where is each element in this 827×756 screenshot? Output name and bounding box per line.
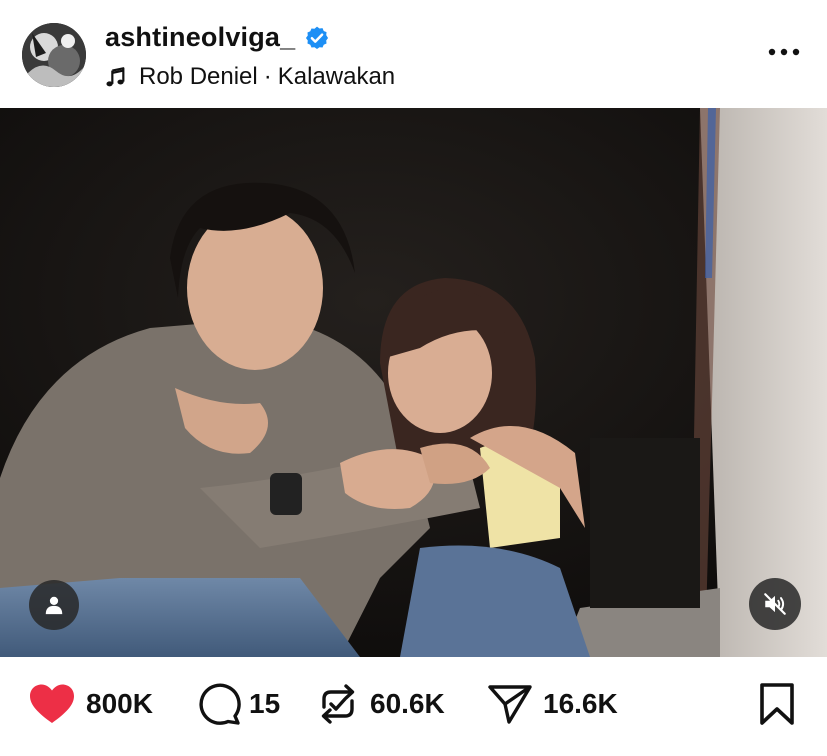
music-attribution[interactable]: Rob Deniel · Kalawakan [105, 63, 395, 91]
username[interactable]: ashtineolviga_ [105, 22, 295, 53]
photo-image [0, 108, 827, 657]
repost-button[interactable]: 60.6K [316, 683, 445, 725]
comment-button[interactable]: 15 [197, 683, 280, 725]
send-icon [488, 685, 532, 724]
heart-icon [30, 684, 74, 723]
music-artist: Rob Deniel [139, 63, 258, 90]
person-tag-icon [45, 596, 63, 615]
post-header: ashtineolviga_ Rob Deniel · Kalawakan [0, 0, 827, 108]
action-bar: 800K 15 60.6K 16.6K [0, 657, 827, 756]
music-separator: · [263, 63, 272, 90]
like-count: 800K [86, 688, 153, 719]
repost-count: 60.6K [370, 688, 445, 719]
tag-people-button[interactable] [29, 580, 79, 630]
comment-count: 15 [249, 688, 281, 719]
comment-bubble-icon [199, 683, 241, 725]
music-song: Kalawakan [277, 63, 396, 90]
verified-badge-icon [306, 26, 329, 49]
mute-button[interactable] [749, 578, 801, 630]
share-count: 16.6K [543, 688, 618, 719]
repost-icon [321, 684, 355, 724]
username-row: ashtineolviga_ [105, 22, 330, 53]
more-options-icon[interactable] [767, 40, 801, 64]
like-button[interactable]: 800K [28, 683, 153, 725]
speaker-muted-icon [764, 593, 786, 615]
avatar[interactable] [22, 23, 86, 87]
bookmark-icon[interactable] [759, 683, 795, 725]
share-button[interactable]: 16.6K [487, 683, 618, 725]
post-photo[interactable] [0, 108, 827, 657]
music-note-icon [106, 67, 125, 87]
